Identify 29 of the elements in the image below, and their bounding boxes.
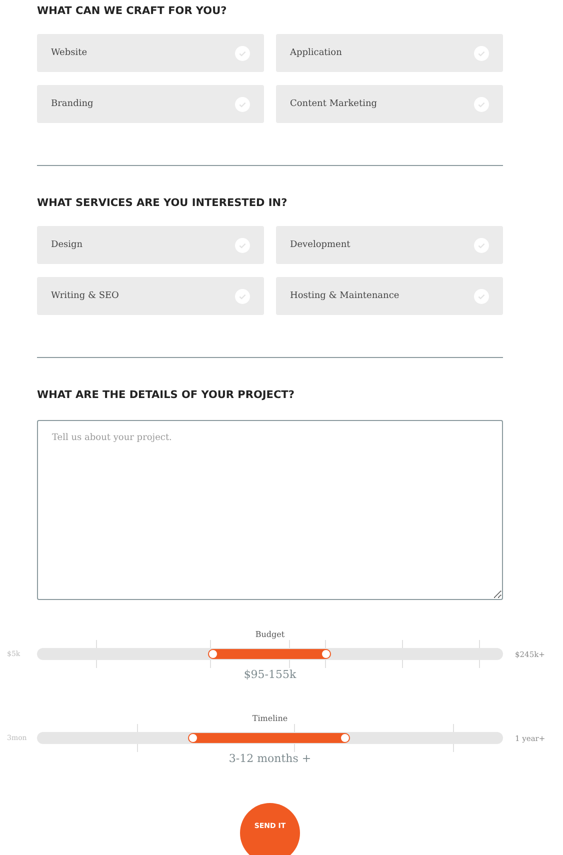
slider-handle[interactable] xyxy=(340,733,350,743)
slider-track[interactable] xyxy=(37,732,503,744)
option-button[interactable]: Writing & SEO xyxy=(37,277,264,315)
option-button[interactable]: Website xyxy=(37,34,264,72)
slider-track[interactable] xyxy=(37,648,503,660)
option-button[interactable]: Design xyxy=(37,226,264,264)
slider-reading: $95-155k xyxy=(242,668,298,681)
check-icon xyxy=(474,96,489,112)
slider-label: Timeline xyxy=(251,714,289,723)
section-heading: WHAT ARE THE DETAILS OF YOUR PROJECT? xyxy=(37,388,296,403)
slider-reading: 3-12 months + xyxy=(228,752,312,765)
section-heading: WHAT CAN WE CRAFT FOR YOU? xyxy=(37,4,228,19)
check-icon xyxy=(474,46,489,60)
option-button[interactable]: Hosting & Maintenance xyxy=(276,277,503,315)
project-details-field[interactable]: Tell us about your project. xyxy=(37,420,503,600)
slider-handle[interactable] xyxy=(208,649,218,659)
check-icon xyxy=(235,46,250,60)
check-icon xyxy=(235,288,250,304)
option-button[interactable]: Application xyxy=(276,34,503,72)
option-button[interactable]: Content Marketing xyxy=(276,85,503,123)
option-button[interactable]: Branding xyxy=(37,85,264,123)
check-icon xyxy=(235,238,250,252)
option-button[interactable]: Development xyxy=(276,226,503,264)
section-heading: WHAT SERVICES ARE YOU INTERESTED IN? xyxy=(37,196,288,211)
check-icon xyxy=(474,288,489,304)
slider-label: Budget xyxy=(254,630,286,639)
check-icon xyxy=(235,96,250,112)
check-icon xyxy=(474,238,489,252)
slider-handle[interactable] xyxy=(188,733,198,743)
